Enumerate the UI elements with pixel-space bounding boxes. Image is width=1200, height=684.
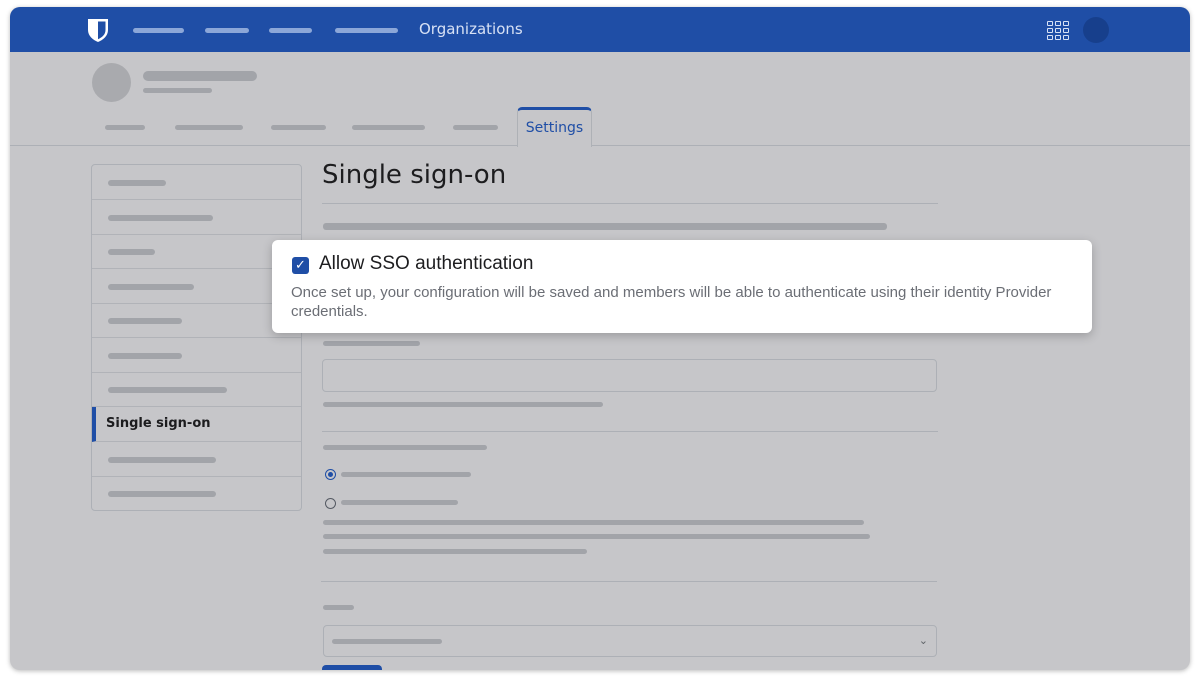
sidebar-item-placeholder: [108, 284, 194, 290]
org-name-placeholder: [143, 71, 257, 81]
allow-sso-checkbox[interactable]: ✓: [292, 257, 309, 274]
nav-link-placeholder[interactable]: [205, 28, 249, 33]
sidebar-item[interactable]: [92, 338, 301, 373]
radio-label-placeholder: [341, 472, 471, 477]
sidebar-item-placeholder: [108, 215, 213, 221]
divider: [322, 203, 938, 204]
field-label-placeholder: [323, 445, 487, 450]
top-navigation-bar: Organizations: [10, 7, 1190, 52]
nav-link-organizations[interactable]: Organizations: [419, 20, 523, 38]
bitwarden-logo-icon[interactable]: [87, 18, 109, 43]
apps-grid-icon[interactable]: [1046, 20, 1070, 40]
nav-link-placeholder[interactable]: [133, 28, 184, 33]
nav-link-placeholder[interactable]: [335, 28, 398, 33]
tab-placeholder[interactable]: [175, 125, 243, 130]
text-placeholder: [323, 520, 864, 525]
nav-link-placeholder[interactable]: [269, 28, 312, 33]
text-input[interactable]: [322, 359, 937, 392]
sso-callout: ✓ Allow SSO authentication Once set up, …: [272, 240, 1092, 333]
field-label-placeholder: [323, 605, 354, 610]
sidebar-item-placeholder: [108, 353, 182, 359]
sidebar-item[interactable]: [92, 303, 301, 338]
field-label-placeholder: [323, 341, 420, 346]
sidebar-item[interactable]: [92, 165, 301, 200]
tab-placeholder[interactable]: [453, 125, 498, 130]
dropdown-select[interactable]: ⌄: [323, 625, 937, 657]
sidebar-item-placeholder: [108, 457, 216, 463]
tab-settings[interactable]: Settings: [517, 107, 592, 147]
sidebar-item-single-sign-on[interactable]: Single sign-on: [92, 407, 301, 442]
save-button[interactable]: [322, 665, 382, 670]
sidebar-item-placeholder: [108, 318, 182, 324]
sidebar-item[interactable]: [92, 372, 301, 407]
text-placeholder: [323, 534, 870, 539]
tab-placeholder[interactable]: [105, 125, 145, 130]
sidebar-item-placeholder: [108, 491, 216, 497]
radio-label-placeholder: [341, 500, 458, 505]
sidebar-item[interactable]: [92, 200, 301, 235]
chevron-down-icon: ⌄: [918, 634, 928, 647]
divider: [321, 581, 937, 582]
app-window: Organizations Settings Single sign-on Si…: [10, 7, 1190, 670]
page-title: Single sign-on: [322, 160, 507, 190]
org-avatar: [92, 63, 131, 102]
sidebar-item[interactable]: [92, 269, 301, 304]
sidebar-item-placeholder: [108, 249, 155, 255]
tab-placeholder[interactable]: [271, 125, 326, 130]
sidebar-item-placeholder: [108, 387, 227, 393]
sidebar-item[interactable]: [92, 476, 301, 511]
text-placeholder: [323, 549, 587, 554]
allow-sso-description: Once set up, your configuration will be …: [291, 284, 1052, 320]
org-subtitle-placeholder: [143, 88, 212, 93]
user-avatar[interactable]: [1083, 17, 1109, 43]
sidebar-item-label: Single sign-on: [106, 416, 211, 431]
sidebar-item-placeholder: [108, 180, 166, 186]
allow-sso-label[interactable]: Allow SSO authentication: [319, 253, 533, 275]
text-placeholder: [323, 223, 887, 230]
sidebar-item[interactable]: [92, 234, 301, 269]
sidebar-item[interactable]: [92, 442, 301, 477]
radio-option-1[interactable]: [325, 469, 336, 480]
radio-option-2[interactable]: [325, 498, 336, 509]
org-header: Settings: [10, 52, 1190, 147]
divider: [322, 431, 938, 432]
tab-placeholder[interactable]: [352, 125, 425, 130]
select-value-placeholder: [332, 639, 442, 644]
settings-sidebar: Single sign-on: [91, 164, 302, 511]
helper-text-placeholder: [323, 402, 603, 407]
